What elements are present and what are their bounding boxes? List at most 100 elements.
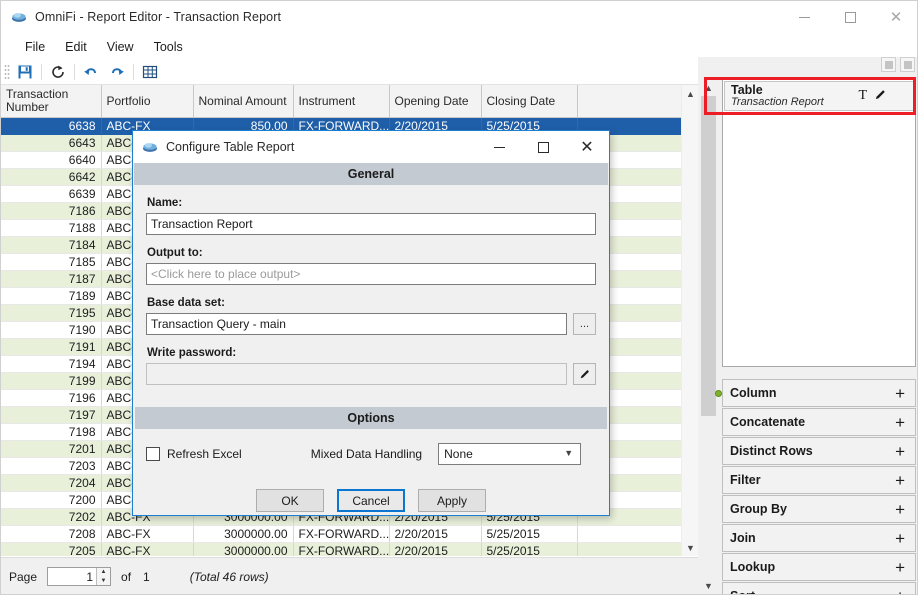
action-item-concatenate[interactable]: Concatenate +: [722, 408, 916, 436]
cell-transaction-number: 7205: [1, 542, 102, 556]
base-data-set-label: Base data set:: [147, 297, 225, 309]
add-icon[interactable]: +: [895, 471, 905, 490]
scroll-up-icon[interactable]: ▲: [682, 85, 699, 102]
menu-item-view[interactable]: View: [97, 37, 144, 57]
add-icon[interactable]: +: [895, 558, 905, 577]
page-down-icon[interactable]: ▼: [97, 577, 110, 586]
write-password-input[interactable]: [146, 363, 567, 385]
toolbar-separator: [133, 63, 134, 80]
dialog-maximize-button[interactable]: [521, 131, 565, 163]
scrollbar-track[interactable]: [682, 102, 699, 539]
text-icon[interactable]: T: [858, 89, 867, 103]
action-item-group-by[interactable]: Group By +: [722, 495, 916, 523]
browse-button[interactable]: ...: [573, 313, 596, 335]
menu-item-edit[interactable]: Edit: [55, 37, 97, 57]
pencil-icon[interactable]: [573, 363, 596, 385]
name-input[interactable]: Transaction Report: [146, 213, 596, 235]
grid-vertical-scrollbar[interactable]: ▲ ▼: [681, 85, 699, 556]
panel-button-1[interactable]: [881, 57, 896, 72]
column-header-transaction-number[interactable]: Transaction Number: [1, 85, 102, 118]
toolbar-grip: [4, 63, 10, 80]
ok-button[interactable]: OK: [256, 489, 324, 512]
menu-bar: File Edit View Tools: [1, 34, 917, 59]
column-header-blank[interactable]: [577, 85, 681, 118]
panel-button-2[interactable]: [900, 57, 915, 72]
page-label: Page: [9, 569, 38, 584]
action-item-label: Join: [730, 531, 756, 545]
action-list: Column + Concatenate + Distinct Rows + Filter +…: [715, 379, 916, 594]
panel-scrollbar-thumb[interactable]: [701, 96, 716, 416]
panel-scroll-up-icon[interactable]: ▲: [700, 79, 717, 96]
column-header-opening-date[interactable]: Opening Date: [389, 85, 482, 118]
add-icon[interactable]: +: [895, 500, 905, 519]
refresh-excel-checkbox[interactable]: [146, 447, 160, 461]
cell-transaction-number: 7191: [1, 338, 102, 356]
add-icon[interactable]: +: [895, 442, 905, 461]
column-header-nominal-amount[interactable]: Nominal Amount: [193, 85, 294, 118]
cell-transaction-number: 6640: [1, 151, 102, 169]
panel-header-buttons: [881, 57, 915, 72]
output-to-input[interactable]: <Click here to place output>: [146, 263, 596, 285]
cancel-button[interactable]: Cancel: [337, 489, 405, 512]
table-row[interactable]: 7208 ABC-FX 3000000.00 FX-FORWARD... 2/20/20…: [1, 525, 681, 543]
table-object-item[interactable]: Table Transaction Report T: [724, 81, 914, 111]
grid-icon[interactable]: [137, 61, 163, 83]
add-icon[interactable]: +: [895, 384, 905, 403]
refresh-icon[interactable]: [45, 61, 71, 83]
dialog-title-bar: Configure Table Report ✕: [133, 131, 609, 163]
panel-scroll-down-icon[interactable]: ▼: [700, 577, 717, 594]
column-header-closing-date[interactable]: Closing Date: [481, 85, 578, 118]
action-item-sort[interactable]: Sort +: [722, 582, 916, 594]
status-bar: Page ▲ ▼ of 1 (Total 46 rows): [1, 557, 698, 594]
cell-transaction-number: 7204: [1, 474, 102, 492]
minimize-button[interactable]: [781, 1, 827, 33]
page-stepper[interactable]: ▲ ▼: [47, 567, 112, 586]
cell-transaction-number: 7188: [1, 219, 102, 237]
redo-icon[interactable]: [104, 61, 130, 83]
menu-item-file[interactable]: File: [15, 37, 55, 57]
maximize-button[interactable]: [827, 1, 873, 33]
cell-instrument: FX-FORWARD...: [293, 525, 390, 543]
mixed-data-handling-select[interactable]: None ▼: [438, 443, 582, 465]
add-icon[interactable]: +: [895, 413, 905, 432]
cell-transaction-number: 7198: [1, 423, 102, 441]
action-item-distinct-rows[interactable]: Distinct Rows +: [722, 437, 916, 465]
menu-item-tools[interactable]: Tools: [144, 37, 193, 57]
action-item-lookup[interactable]: Lookup +: [722, 553, 916, 581]
action-item-filter[interactable]: Filter +: [722, 466, 916, 494]
action-item-join[interactable]: Join +: [722, 524, 916, 552]
app-window: OmniFi - Report Editor - Transaction Rep…: [0, 0, 918, 595]
base-data-set-input[interactable]: Transaction Query - main: [146, 313, 567, 335]
cell-transaction-number: 6642: [1, 168, 102, 186]
cell-transaction-number: 7189: [1, 287, 102, 305]
of-label: of: [121, 569, 132, 584]
page-up-icon[interactable]: ▲: [97, 568, 110, 577]
add-icon[interactable]: +: [895, 587, 905, 594]
table-object-list: Table Transaction Report T: [722, 79, 916, 367]
page-stepper-arrows[interactable]: ▲ ▼: [96, 568, 111, 586]
scroll-down-icon[interactable]: ▼: [682, 539, 699, 556]
dialog-close-button[interactable]: ✕: [565, 131, 609, 163]
page-input[interactable]: [48, 568, 97, 585]
cell-transaction-number: 6643: [1, 134, 102, 152]
close-button[interactable]: ✕: [873, 1, 917, 33]
cell-transaction-number: 7184: [1, 236, 102, 254]
dialog-window-controls: ✕: [477, 131, 609, 163]
dialog-minimize-button[interactable]: [477, 131, 521, 163]
undo-icon[interactable]: [78, 61, 104, 83]
table-row[interactable]: 7205 ABC-FX 3000000.00 FX-FORWARD... 2/20/20…: [1, 542, 681, 556]
page-total: 1: [143, 569, 150, 584]
cell-closing-date: 5/25/2015: [481, 525, 578, 543]
save-icon[interactable]: [12, 61, 38, 83]
table-object-icons: T: [858, 88, 887, 104]
mixed-data-handling-value: None: [444, 447, 473, 461]
pencil-icon[interactable]: [874, 88, 887, 104]
panel-vertical-scrollbar[interactable]: ▲ ▼: [700, 79, 717, 594]
table-object-subtitle: Transaction Report: [731, 96, 824, 108]
cloud-icon: [11, 9, 27, 25]
column-header-instrument[interactable]: Instrument: [293, 85, 390, 118]
column-header-portfolio[interactable]: Portfolio: [101, 85, 194, 118]
add-icon[interactable]: +: [895, 529, 905, 548]
apply-button[interactable]: Apply: [418, 489, 486, 512]
action-item-column[interactable]: Column +: [715, 379, 916, 407]
